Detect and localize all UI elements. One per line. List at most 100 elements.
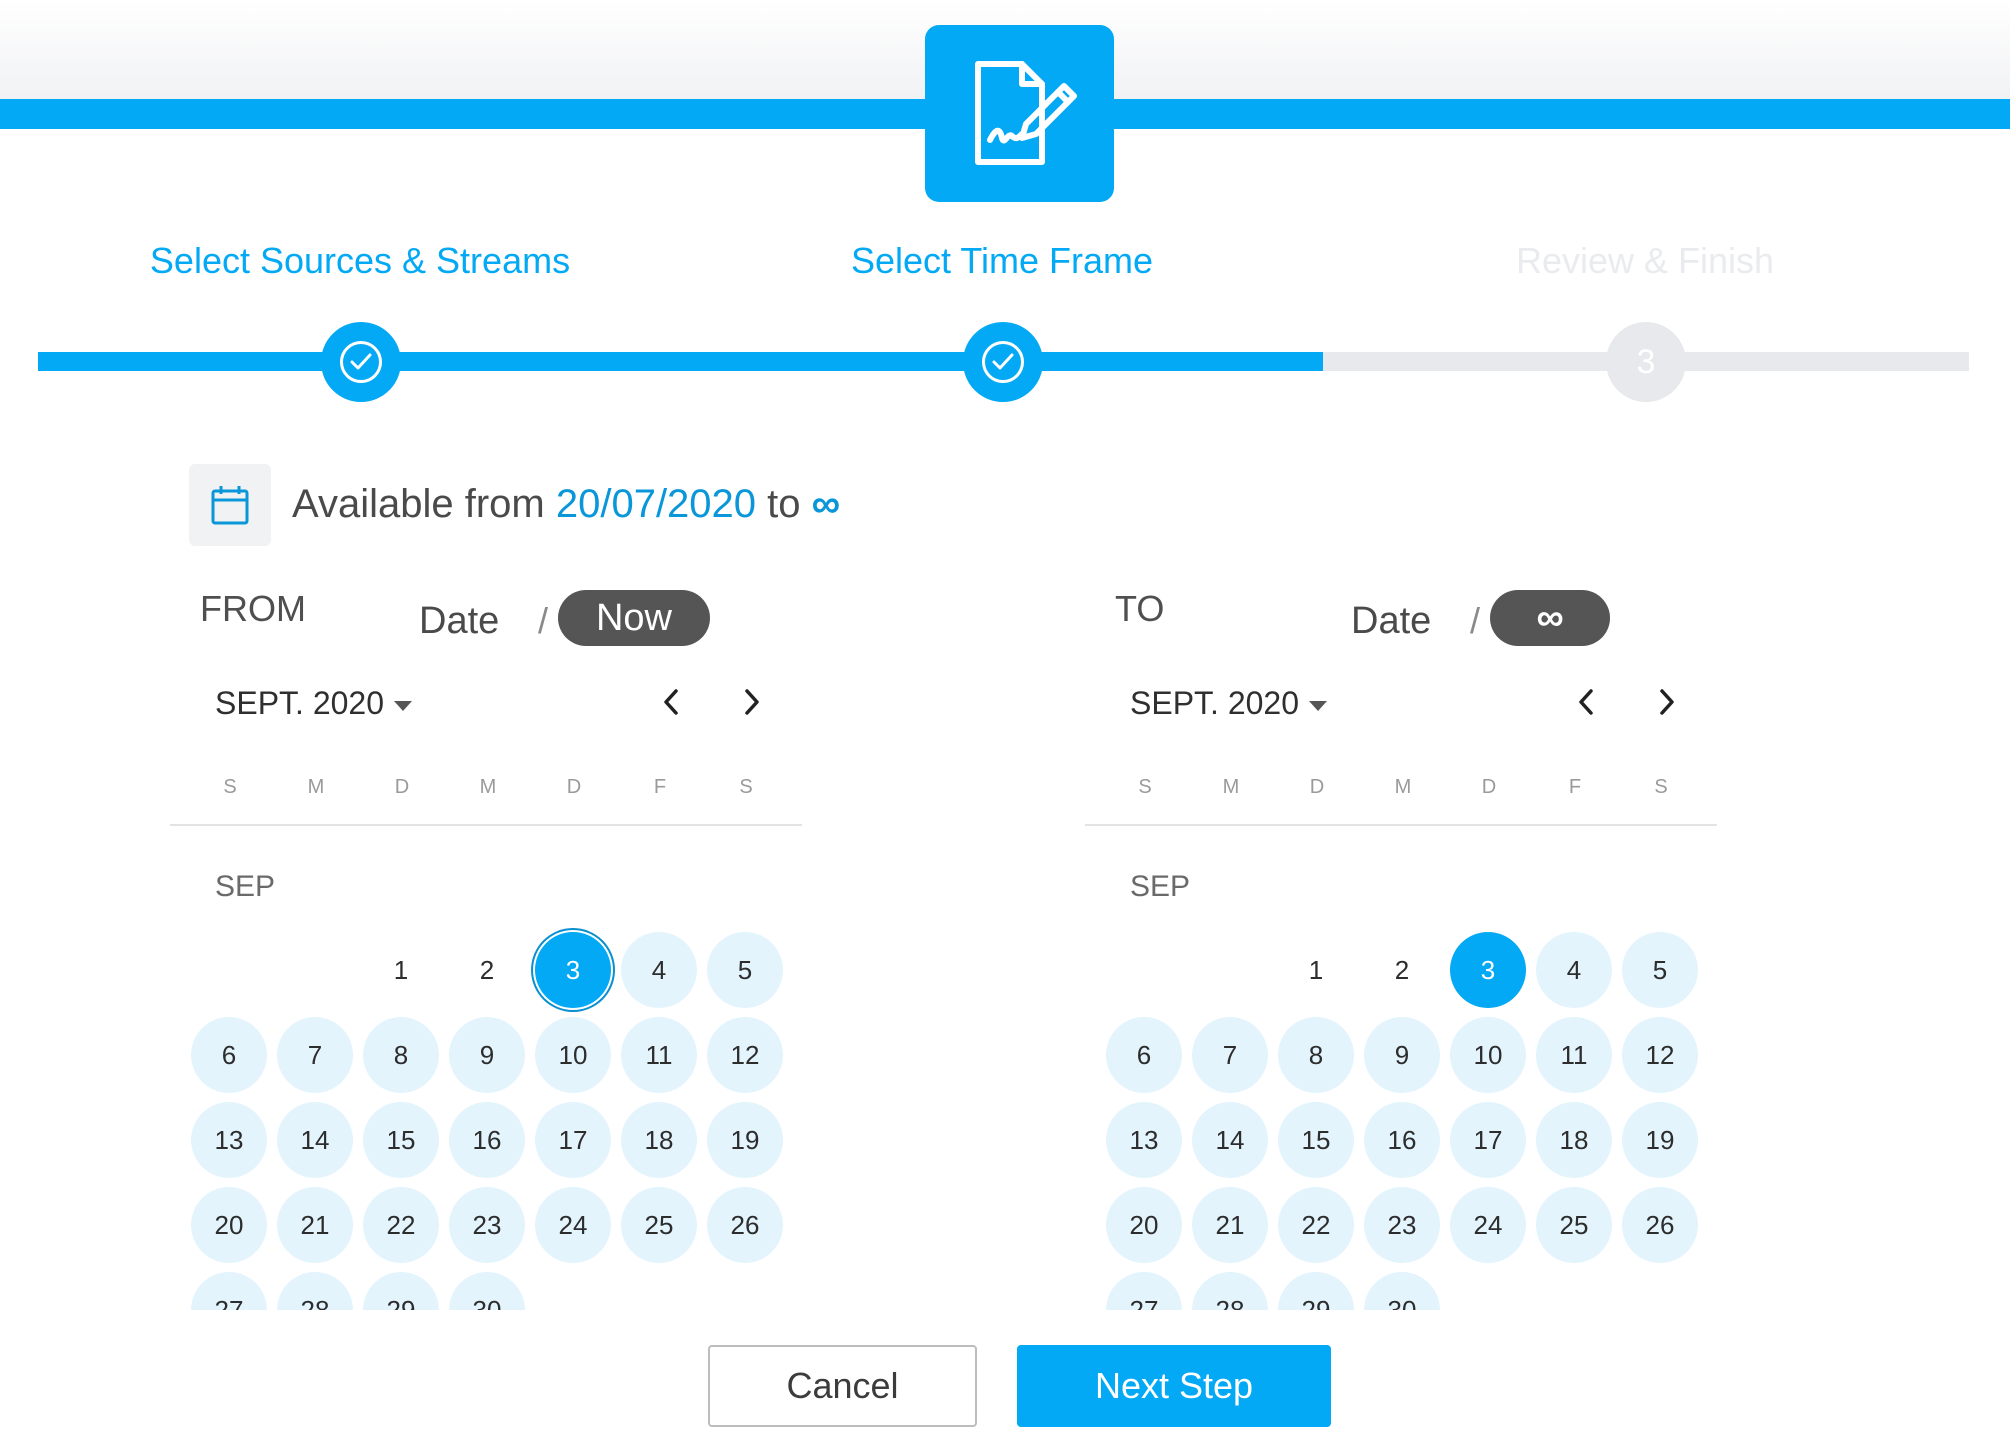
calendar-day[interactable]: 2 — [449, 932, 525, 1008]
from-now-toggle[interactable]: Now — [558, 590, 710, 646]
from-heading: FROM — [200, 588, 306, 629]
calendar-day[interactable]: 15 — [363, 1102, 439, 1178]
weekday-label: M — [307, 776, 325, 798]
to-date-option[interactable]: Date — [1351, 600, 1431, 643]
calendar-day[interactable]: 13 — [1106, 1102, 1182, 1178]
from-calendar: FROM Date / Now SEPT. 2020 S M D M D F S… — [170, 580, 810, 1310]
next-step-button[interactable]: Next Step — [1017, 1345, 1331, 1427]
calendar-day[interactable]: 13 — [191, 1102, 267, 1178]
calendar-day[interactable]: 23 — [449, 1187, 525, 1263]
caret-down-icon — [394, 700, 412, 711]
calendar-day[interactable]: 8 — [363, 1017, 439, 1093]
calendar-day[interactable]: 20 — [1106, 1187, 1182, 1263]
step-label-review: Review & Finish — [1515, 240, 1775, 281]
weekday-label: S — [1138, 776, 1152, 798]
calendar-day[interactable]: 10 — [535, 1017, 611, 1093]
from-month-label: SEP — [215, 870, 276, 903]
calendar-day[interactable]: 29 — [1278, 1272, 1354, 1310]
step-1-complete[interactable] — [321, 322, 401, 402]
calendar-day[interactable]: 19 — [707, 1102, 783, 1178]
calendar-day[interactable]: 25 — [1536, 1187, 1612, 1263]
from-next-month-button[interactable] — [732, 680, 772, 724]
calendar-day[interactable]: 12 — [707, 1017, 783, 1093]
to-month-label: SEP — [1130, 870, 1191, 903]
calendar-day[interactable]: 4 — [621, 932, 697, 1008]
calendar-day[interactable]: 28 — [277, 1272, 353, 1310]
calendar-day[interactable]: 26 — [707, 1187, 783, 1263]
calendar-day[interactable]: 9 — [1364, 1017, 1440, 1093]
calendar-day[interactable]: 27 — [191, 1272, 267, 1310]
calendar-day[interactable]: 24 — [535, 1187, 611, 1263]
calendar-day[interactable]: 27 — [1106, 1272, 1182, 1310]
step-2-complete[interactable] — [963, 322, 1043, 402]
calendar-day[interactable]: 16 — [1364, 1102, 1440, 1178]
to-month-select[interactable]: SEPT. 2020 — [1130, 685, 1327, 722]
from-month-select[interactable]: SEPT. 2020 — [215, 685, 412, 722]
calendar-day[interactable]: 11 — [621, 1017, 697, 1093]
calendar-day[interactable]: 14 — [1192, 1102, 1268, 1178]
weekday-label: D — [1309, 776, 1325, 798]
chevron-left-icon — [664, 689, 678, 715]
calendar-day[interactable]: 24 — [1450, 1187, 1526, 1263]
calendar-day[interactable]: 6 — [1106, 1017, 1182, 1093]
step-label-time-frame[interactable]: Select Time Frame — [772, 240, 1232, 282]
calendar-day[interactable]: 23 — [1364, 1187, 1440, 1263]
calendar-day[interactable]: 12 — [1622, 1017, 1698, 1093]
calendar-day-selected[interactable]: 3 — [1450, 932, 1526, 1008]
availability-from-date: 20/07/2020 — [555, 482, 757, 526]
calendar-day-selected[interactable]: 3 — [535, 932, 611, 1008]
calendar-day[interactable]: 21 — [1192, 1187, 1268, 1263]
weekday-label: D — [394, 776, 410, 798]
from-prev-month-button[interactable] — [651, 680, 691, 724]
step-label-sources[interactable]: Select Sources & Streams — [130, 240, 590, 282]
to-prev-month-button[interactable] — [1566, 680, 1606, 724]
calendar-day[interactable]: 20 — [191, 1187, 267, 1263]
calendar-icon — [189, 464, 271, 546]
calendar-day[interactable]: 15 — [1278, 1102, 1354, 1178]
calendar-day[interactable]: 26 — [1622, 1187, 1698, 1263]
calendar-day[interactable]: 2 — [1364, 932, 1440, 1008]
calendar-day[interactable]: 22 — [1278, 1187, 1354, 1263]
calendar-day[interactable]: 18 — [1536, 1102, 1612, 1178]
calendar-day[interactable]: 11 — [1536, 1017, 1612, 1093]
calendar-day[interactable]: 25 — [621, 1187, 697, 1263]
calendar-day[interactable]: 17 — [1450, 1102, 1526, 1178]
availability-text: Available from 20/07/2020 to ∞ — [292, 482, 840, 527]
calendar-day[interactable]: 1 — [363, 932, 439, 1008]
check-circle-icon — [340, 341, 382, 383]
calendar-day[interactable]: 7 — [1192, 1017, 1268, 1093]
calendar-day[interactable]: 8 — [1278, 1017, 1354, 1093]
calendar-day[interactable]: 7 — [277, 1017, 353, 1093]
weekday-label: S — [1654, 776, 1668, 798]
calendar-day[interactable]: 9 — [449, 1017, 525, 1093]
weekday-label: M — [1222, 776, 1240, 798]
calendar-day[interactable]: 6 — [191, 1017, 267, 1093]
calendar-day[interactable]: 5 — [1622, 932, 1698, 1008]
calendar-day[interactable]: 10 — [1450, 1017, 1526, 1093]
from-date-option[interactable]: Date — [419, 600, 499, 643]
calendar-day[interactable]: 28 — [1192, 1272, 1268, 1310]
to-infinity-toggle[interactable]: ∞ — [1490, 590, 1610, 646]
calendar-day[interactable]: 29 — [363, 1272, 439, 1310]
calendar-day[interactable]: 14 — [277, 1102, 353, 1178]
to-weekday-header: S M D M D F S — [1085, 776, 1717, 826]
to-calendar: TO Date / ∞ SEPT. 2020 S M D M D F S SEP… — [1085, 580, 1725, 1310]
calendar-day[interactable]: 17 — [535, 1102, 611, 1178]
to-next-month-button[interactable] — [1647, 680, 1687, 724]
calendar-day[interactable]: 30 — [1364, 1272, 1440, 1310]
availability-prefix: Available from — [292, 482, 545, 526]
calendar-day[interactable]: 21 — [277, 1187, 353, 1263]
calendar-day[interactable]: 5 — [707, 932, 783, 1008]
calendar-day[interactable]: 19 — [1622, 1102, 1698, 1178]
chevron-left-icon — [1579, 689, 1593, 715]
cancel-button[interactable]: Cancel — [708, 1345, 977, 1427]
calendar-day[interactable]: 22 — [363, 1187, 439, 1263]
calendar-day[interactable]: 4 — [1536, 932, 1612, 1008]
weekday-label: F — [653, 776, 667, 798]
from-weekday-header: S M D M D F S — [170, 776, 802, 826]
calendar-day[interactable]: 18 — [621, 1102, 697, 1178]
to-heading: TO — [1115, 588, 1165, 629]
calendar-day[interactable]: 16 — [449, 1102, 525, 1178]
calendar-day[interactable]: 30 — [449, 1272, 525, 1310]
calendar-day[interactable]: 1 — [1278, 932, 1354, 1008]
